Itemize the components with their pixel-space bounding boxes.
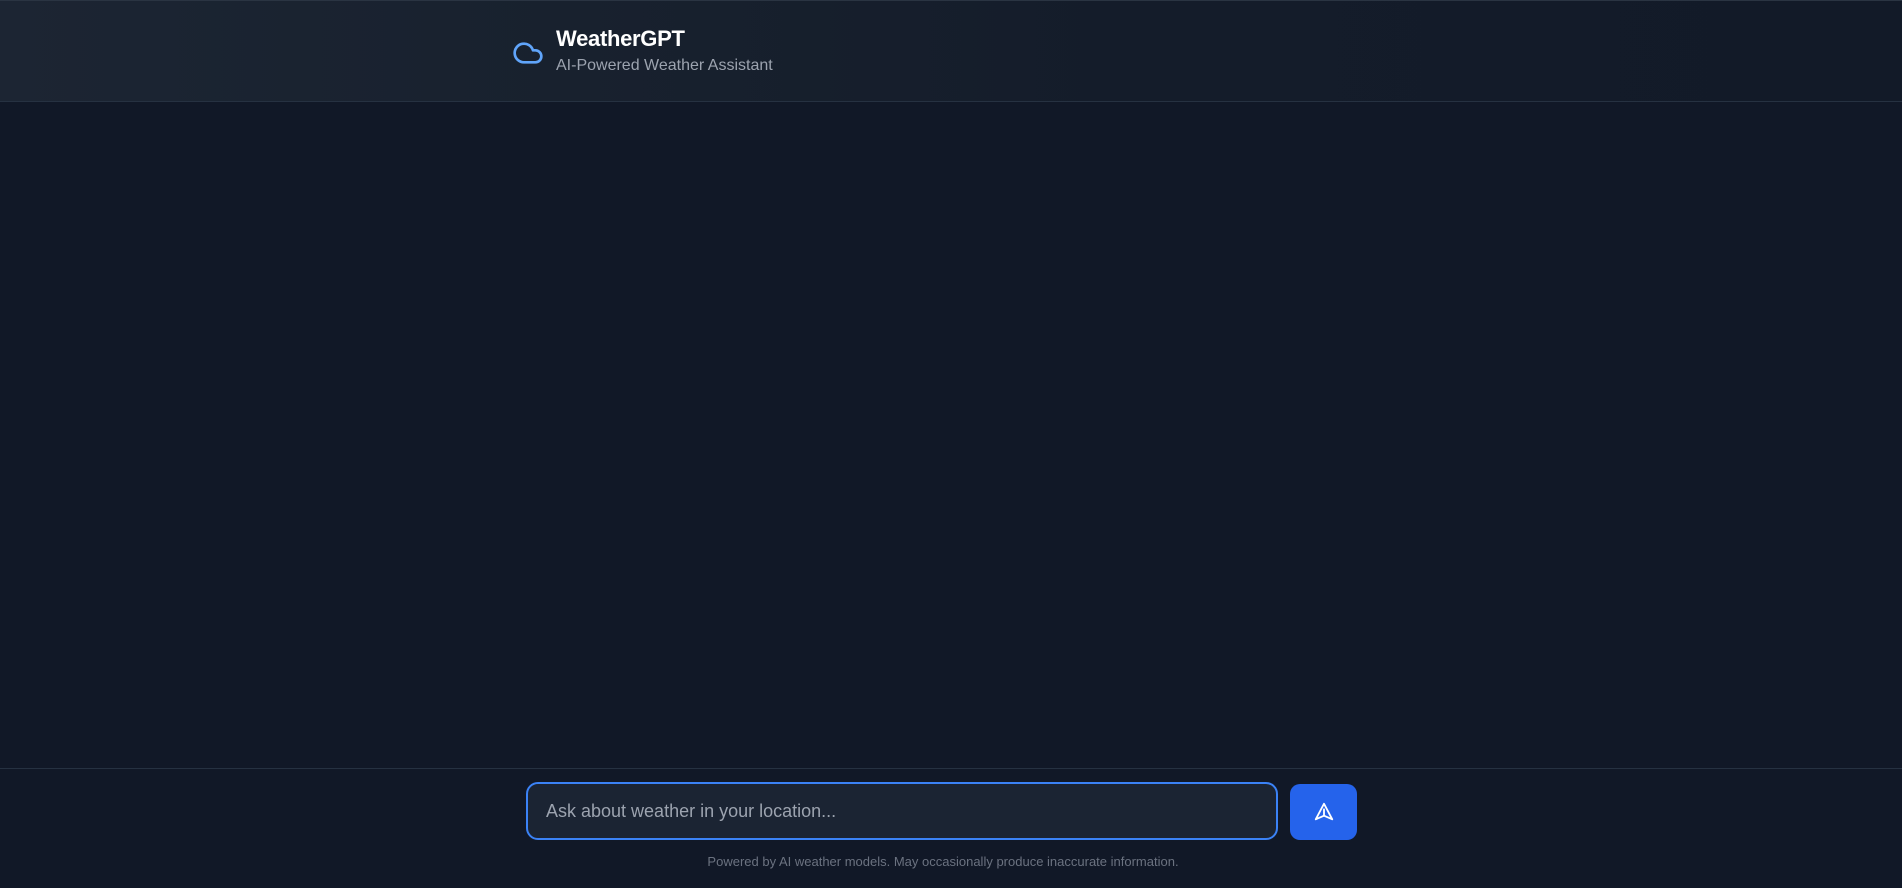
send-icon bbox=[1313, 801, 1335, 823]
chat-input[interactable] bbox=[528, 784, 1276, 838]
app-title: WeatherGPT bbox=[556, 26, 685, 51]
composer-footer: Powered by AI weather models. May occasi… bbox=[0, 768, 1902, 888]
chat-input-container bbox=[526, 782, 1278, 840]
app-window: WeatherGPT AI-Powered Weather Assistant … bbox=[0, 0, 1902, 888]
brand-text: WeatherGPT AI-Powered Weather Assistant bbox=[556, 25, 773, 77]
chat-messages-area[interactable] bbox=[0, 102, 1902, 768]
cloud-icon bbox=[512, 37, 544, 69]
send-button[interactable] bbox=[1290, 784, 1357, 840]
app-header: WeatherGPT AI-Powered Weather Assistant bbox=[0, 0, 1902, 102]
brand: WeatherGPT AI-Powered Weather Assistant bbox=[512, 25, 773, 77]
app-subtitle: AI-Powered Weather Assistant bbox=[556, 57, 773, 74]
disclaimer-text: Powered by AI weather models. May occasi… bbox=[707, 854, 1179, 869]
